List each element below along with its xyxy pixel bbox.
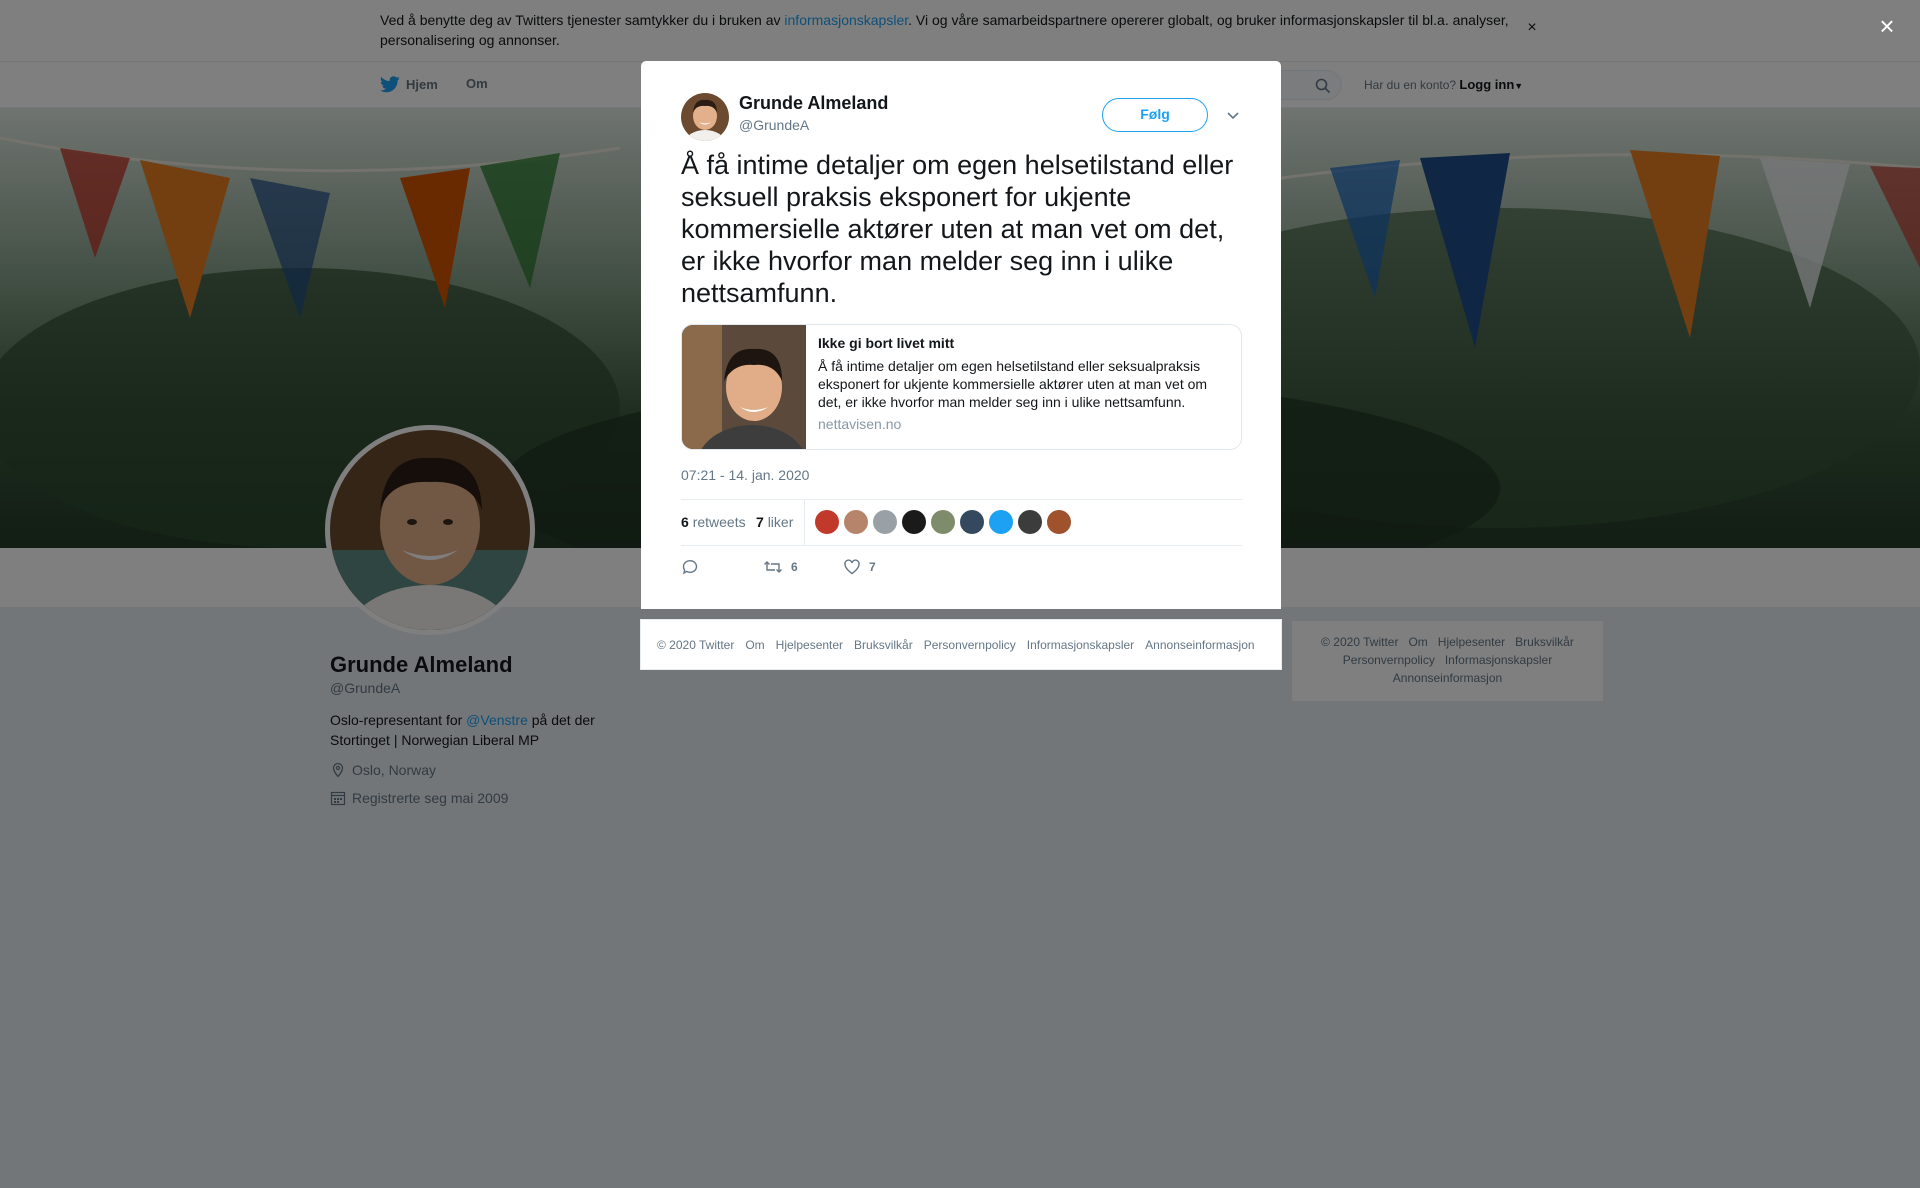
liker-avatar[interactable]: [1018, 510, 1042, 534]
liker-avatar[interactable]: [960, 510, 984, 534]
reply-button[interactable]: [681, 558, 699, 576]
modal-footer: © 2020 Twitter Om Hjelpesenter Bruksvilk…: [640, 619, 1282, 670]
card-title: Ikke gi bort livet mitt: [818, 335, 955, 351]
link-card[interactable]: Ikke gi bort livet mitt Å få intime deta…: [681, 324, 1242, 450]
liker-avatar[interactable]: [1047, 510, 1071, 534]
tweet-author-handle[interactable]: @GrundeA: [739, 117, 809, 133]
liker-avatar[interactable]: [844, 510, 868, 534]
liker-avatar[interactable]: [931, 510, 955, 534]
liker-avatars: [815, 510, 1071, 534]
retweet-count: 6: [791, 560, 798, 574]
liker-avatar[interactable]: [815, 510, 839, 534]
tweet-modal: Grunde Almeland @GrundeA Følg Å få intim…: [641, 61, 1281, 609]
retweets-label: retweets: [692, 514, 746, 530]
card-thumbnail-image: [682, 325, 806, 449]
heart-icon: [844, 559, 860, 575]
card-url: nettavisen.no: [818, 416, 902, 432]
likes-count: 7: [756, 514, 764, 530]
tweet-stats: 6 retweets 7 liker: [681, 499, 1242, 546]
modal-footer-link-cookies[interactable]: Informasjonskapsler: [1027, 638, 1134, 652]
retweets-count: 6: [681, 514, 689, 530]
modal-footer-link-ads[interactable]: Annonseinformasjon: [1145, 638, 1254, 652]
modal-footer-copyright: © 2020 Twitter: [657, 637, 735, 652]
tweet-author-name[interactable]: Grunde Almeland: [739, 93, 888, 114]
retweets-stat[interactable]: 6 retweets: [681, 514, 746, 530]
liker-avatar[interactable]: [902, 510, 926, 534]
likes-label: liker: [767, 514, 794, 530]
tweet-actions: 6 7: [681, 558, 1242, 582]
modal-footer-link-help[interactable]: Hjelpesenter: [776, 638, 843, 652]
like-button[interactable]: 7: [843, 558, 876, 576]
tweet-author-avatar[interactable]: [681, 93, 729, 141]
like-count: 7: [869, 560, 876, 574]
modal-footer-link-terms[interactable]: Bruksvilkår: [854, 638, 913, 652]
liker-avatar[interactable]: [873, 510, 897, 534]
tweet-timestamp[interactable]: 07:21 - 14. jan. 2020: [681, 467, 809, 483]
modal-footer-link-privacy[interactable]: Personvernpolicy: [924, 638, 1016, 652]
liker-avatar[interactable]: [989, 510, 1013, 534]
chevron-down-icon[interactable]: [1223, 105, 1243, 125]
retweet-button[interactable]: 6: [763, 558, 798, 576]
tweet-text: Å få intime detaljer om egen helsetilsta…: [681, 150, 1234, 308]
retweet-icon: [764, 561, 782, 573]
follow-button[interactable]: Følg: [1102, 98, 1208, 132]
likes-stat[interactable]: 7 liker: [756, 514, 793, 530]
card-description: Å få intime detaljer om egen helsetilsta…: [818, 358, 1208, 410]
stats-divider: [804, 500, 805, 545]
modal-footer-link-about[interactable]: Om: [745, 638, 764, 652]
close-icon[interactable]: ×: [1873, 12, 1901, 40]
reply-icon: [682, 560, 698, 575]
